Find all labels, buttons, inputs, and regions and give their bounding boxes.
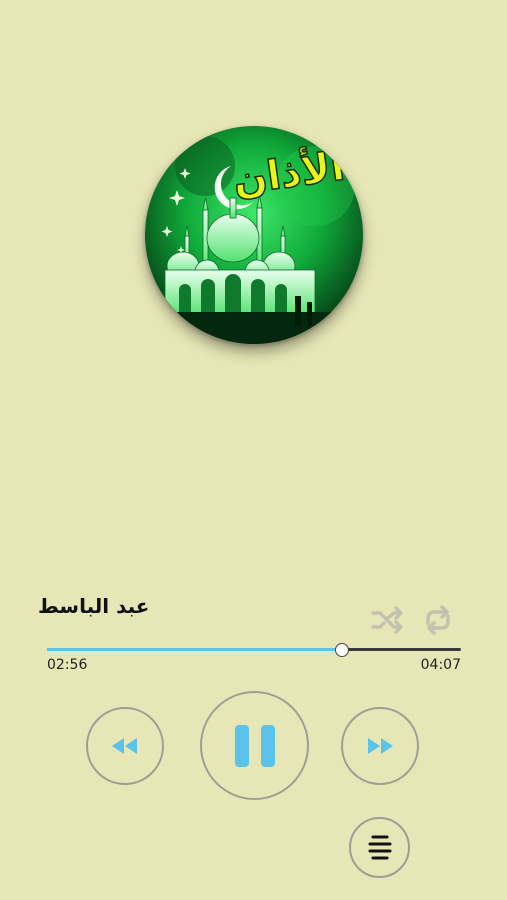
rewind-icon	[112, 738, 137, 754]
playlist-icon	[368, 835, 391, 859]
seek-bar-fill	[47, 648, 341, 651]
pause-icon	[234, 724, 275, 767]
playlist-button[interactable]	[349, 817, 410, 878]
elapsed-time: 02:56	[47, 657, 88, 673]
total-time: 04:07	[420, 657, 461, 673]
seek-bar-thumb[interactable]	[334, 643, 349, 657]
fast-forward-button[interactable]	[341, 707, 419, 785]
pause-button[interactable]	[200, 691, 309, 800]
fast-forward-icon	[368, 738, 393, 754]
rewind-button[interactable]	[86, 707, 164, 785]
seek-bar[interactable]	[47, 642, 461, 658]
album-artwork: الأذان	[145, 126, 363, 344]
track-title: عبد الباسط	[38, 594, 150, 618]
shuffle-icon[interactable]	[370, 604, 406, 636]
repeat-icon[interactable]	[420, 604, 456, 636]
